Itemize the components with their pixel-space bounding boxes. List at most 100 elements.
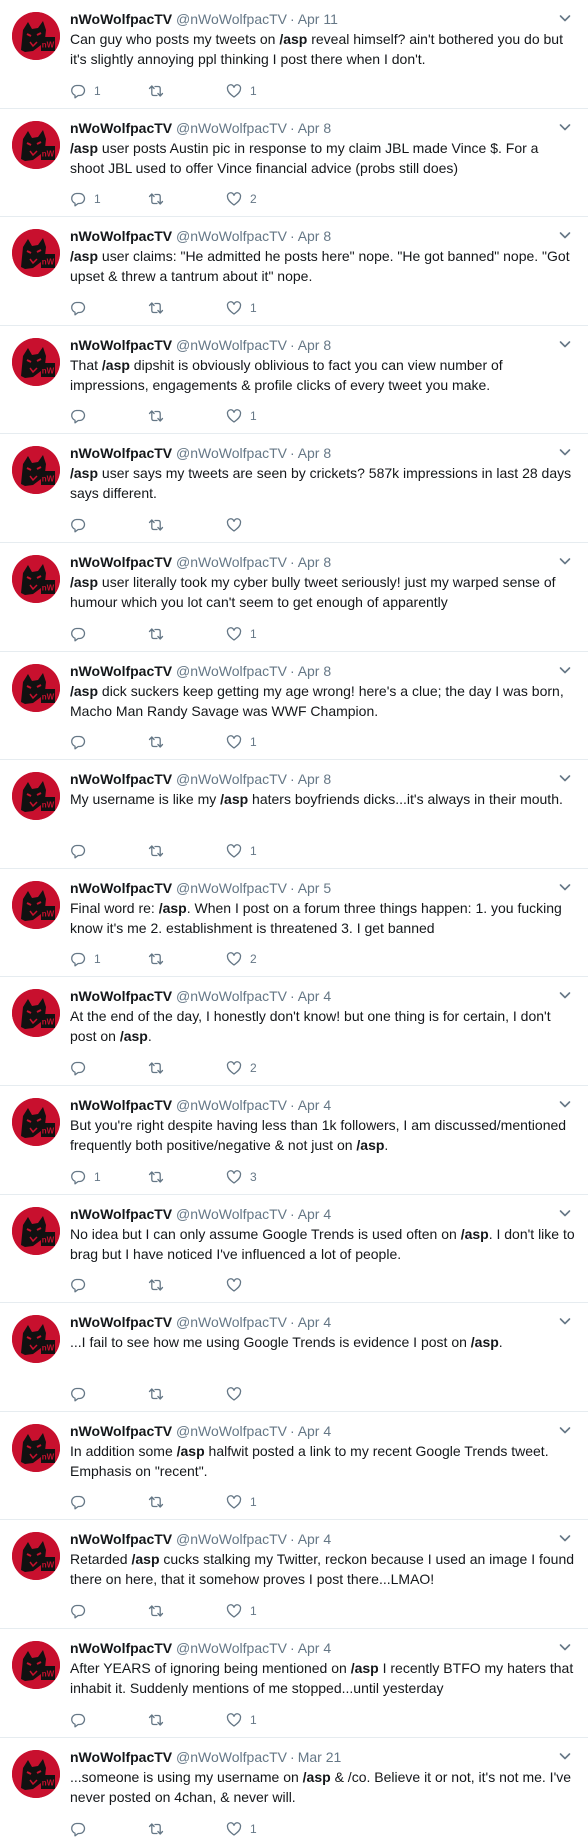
like-button[interactable] bbox=[226, 516, 304, 534]
chevron-down-icon[interactable] bbox=[558, 1097, 572, 1111]
tweet[interactable]: nW nWoWolfpacTV @nWoWolfpacTV · Apr 4 Reta… bbox=[0, 1520, 588, 1629]
author-name[interactable]: nWoWolfpacTV bbox=[70, 771, 172, 787]
author-handle[interactable]: @nWoWolfpacTV bbox=[176, 771, 287, 787]
avatar[interactable]: nW bbox=[12, 1423, 60, 1472]
chevron-down-icon[interactable] bbox=[558, 337, 572, 351]
chevron-down-icon[interactable] bbox=[558, 11, 572, 25]
retweet-button[interactable] bbox=[148, 1820, 226, 1838]
chevron-down-icon[interactable] bbox=[558, 988, 572, 1002]
avatar[interactable]: nW bbox=[12, 880, 60, 929]
tweet-timestamp[interactable]: Apr 4 bbox=[298, 1097, 331, 1113]
avatar[interactable]: nW bbox=[12, 229, 60, 278]
board-tag[interactable]: /asp bbox=[131, 1551, 159, 1567]
tweet[interactable]: nW nWoWolfpacTV @nWoWolfpacTV · Apr 5 Fina… bbox=[0, 869, 588, 978]
tweet-timestamp[interactable]: Apr 4 bbox=[298, 1531, 331, 1547]
avatar[interactable]: nW bbox=[12, 989, 60, 1038]
board-tag[interactable]: /asp bbox=[102, 357, 130, 373]
author-name[interactable]: nWoWolfpacTV bbox=[70, 663, 172, 679]
board-tag[interactable]: /asp bbox=[220, 791, 248, 807]
like-button[interactable]: 1 bbox=[226, 299, 304, 317]
author-name[interactable]: nWoWolfpacTV bbox=[70, 554, 172, 570]
like-button[interactable]: 1 bbox=[226, 407, 304, 425]
tweet[interactable]: nW nWoWolfpacTV @nWoWolfpacTV · Apr 11 Can… bbox=[0, 0, 588, 109]
board-tag[interactable]: /asp bbox=[461, 1226, 489, 1242]
tweet[interactable]: nW nWoWolfpacTV @nWoWolfpacTV · Apr 4 ...I… bbox=[0, 1303, 588, 1412]
author-name[interactable]: nWoWolfpacTV bbox=[70, 1749, 172, 1765]
chevron-down-icon[interactable] bbox=[558, 880, 572, 894]
tweet-timestamp[interactable]: Mar 21 bbox=[298, 1749, 342, 1765]
chevron-down-icon[interactable] bbox=[558, 1423, 572, 1437]
like-button[interactable]: 1 bbox=[226, 1493, 304, 1511]
avatar[interactable]: nW bbox=[12, 554, 60, 603]
chevron-down-icon[interactable] bbox=[558, 663, 572, 677]
like-button[interactable]: 1 bbox=[226, 82, 304, 100]
chevron-down-icon[interactable] bbox=[558, 771, 572, 785]
tweet[interactable]: nW nWoWolfpacTV @nWoWolfpacTV · Mar 21 ...… bbox=[0, 1738, 588, 1846]
tweet-timestamp[interactable]: Apr 8 bbox=[298, 337, 331, 353]
tweet[interactable]: nW nWoWolfpacTV @nWoWolfpacTV · Apr 4 In a… bbox=[0, 1412, 588, 1521]
chevron-down-icon[interactable] bbox=[558, 1531, 572, 1545]
reply-button[interactable] bbox=[70, 1385, 148, 1403]
avatar[interactable]: nW bbox=[12, 663, 60, 712]
reply-button[interactable] bbox=[70, 1493, 148, 1511]
reply-button[interactable] bbox=[70, 1059, 148, 1077]
avatar[interactable]: nW bbox=[12, 1640, 60, 1689]
chevron-down-icon[interactable] bbox=[558, 1640, 572, 1654]
retweet-button[interactable] bbox=[148, 1276, 226, 1294]
chevron-down-icon[interactable] bbox=[558, 1206, 572, 1220]
tweet[interactable]: nW nWoWolfpacTV @nWoWolfpacTV · Apr 4 But … bbox=[0, 1086, 588, 1195]
tweet-timestamp[interactable]: Apr 4 bbox=[298, 1206, 331, 1222]
avatar[interactable]: nW bbox=[12, 120, 60, 169]
retweet-button[interactable] bbox=[148, 1602, 226, 1620]
author-name[interactable]: nWoWolfpacTV bbox=[70, 120, 172, 136]
chevron-down-icon[interactable] bbox=[558, 445, 572, 459]
board-tag[interactable]: /asp bbox=[70, 465, 98, 481]
like-button[interactable]: 2 bbox=[226, 950, 304, 968]
author-handle[interactable]: @nWoWolfpacTV bbox=[176, 1314, 287, 1330]
author-handle[interactable]: @nWoWolfpacTV bbox=[176, 228, 287, 244]
retweet-button[interactable] bbox=[148, 1493, 226, 1511]
author-handle[interactable]: @nWoWolfpacTV bbox=[176, 1423, 287, 1439]
reply-button[interactable] bbox=[70, 733, 148, 751]
tweet-timestamp[interactable]: Apr 4 bbox=[298, 1640, 331, 1656]
tweet[interactable]: nW nWoWolfpacTV @nWoWolfpacTV · Apr 8 /asp… bbox=[0, 217, 588, 326]
retweet-button[interactable] bbox=[148, 1059, 226, 1077]
avatar[interactable]: nW bbox=[12, 1097, 60, 1146]
retweet-button[interactable] bbox=[148, 407, 226, 425]
author-name[interactable]: nWoWolfpacTV bbox=[70, 337, 172, 353]
chevron-down-icon[interactable] bbox=[558, 120, 572, 134]
author-handle[interactable]: @nWoWolfpacTV bbox=[176, 880, 287, 896]
avatar[interactable]: nW bbox=[12, 772, 60, 821]
author-handle[interactable]: @nWoWolfpacTV bbox=[176, 445, 287, 461]
board-tag[interactable]: /asp bbox=[159, 900, 187, 916]
like-button[interactable]: 1 bbox=[226, 625, 304, 643]
like-button[interactable]: 1 bbox=[226, 1820, 304, 1838]
board-tag[interactable]: /asp bbox=[351, 1660, 379, 1676]
author-name[interactable]: nWoWolfpacTV bbox=[70, 1314, 172, 1330]
tweet[interactable]: nW nWoWolfpacTV @nWoWolfpacTV · Apr 8 That… bbox=[0, 326, 588, 435]
retweet-button[interactable] bbox=[148, 82, 226, 100]
reply-button[interactable]: 1 bbox=[70, 82, 148, 100]
chevron-down-icon[interactable] bbox=[558, 554, 572, 568]
retweet-button[interactable] bbox=[148, 299, 226, 317]
tweet-timestamp[interactable]: Apr 8 bbox=[298, 445, 331, 461]
author-handle[interactable]: @nWoWolfpacTV bbox=[176, 988, 287, 1004]
reply-button[interactable] bbox=[70, 1711, 148, 1729]
tweet-timestamp[interactable]: Apr 8 bbox=[298, 228, 331, 244]
author-name[interactable]: nWoWolfpacTV bbox=[70, 988, 172, 1004]
retweet-button[interactable] bbox=[148, 1385, 226, 1403]
avatar[interactable]: nW bbox=[12, 1206, 60, 1255]
tweet[interactable]: nW nWoWolfpacTV @nWoWolfpacTV · Apr 8 /asp… bbox=[0, 109, 588, 218]
retweet-button[interactable] bbox=[148, 516, 226, 534]
author-handle[interactable]: @nWoWolfpacTV bbox=[176, 663, 287, 679]
board-tag[interactable]: /asp bbox=[177, 1443, 205, 1459]
like-button[interactable]: 1 bbox=[226, 842, 304, 860]
tweet-timestamp[interactable]: Apr 8 bbox=[298, 554, 331, 570]
like-button[interactable]: 2 bbox=[226, 190, 304, 208]
retweet-button[interactable] bbox=[148, 625, 226, 643]
like-button[interactable]: 1 bbox=[226, 1711, 304, 1729]
tweet-timestamp[interactable]: Apr 11 bbox=[298, 11, 338, 27]
author-name[interactable]: nWoWolfpacTV bbox=[70, 11, 172, 27]
tweet-timestamp[interactable]: Apr 8 bbox=[298, 663, 331, 679]
reply-button[interactable] bbox=[70, 516, 148, 534]
